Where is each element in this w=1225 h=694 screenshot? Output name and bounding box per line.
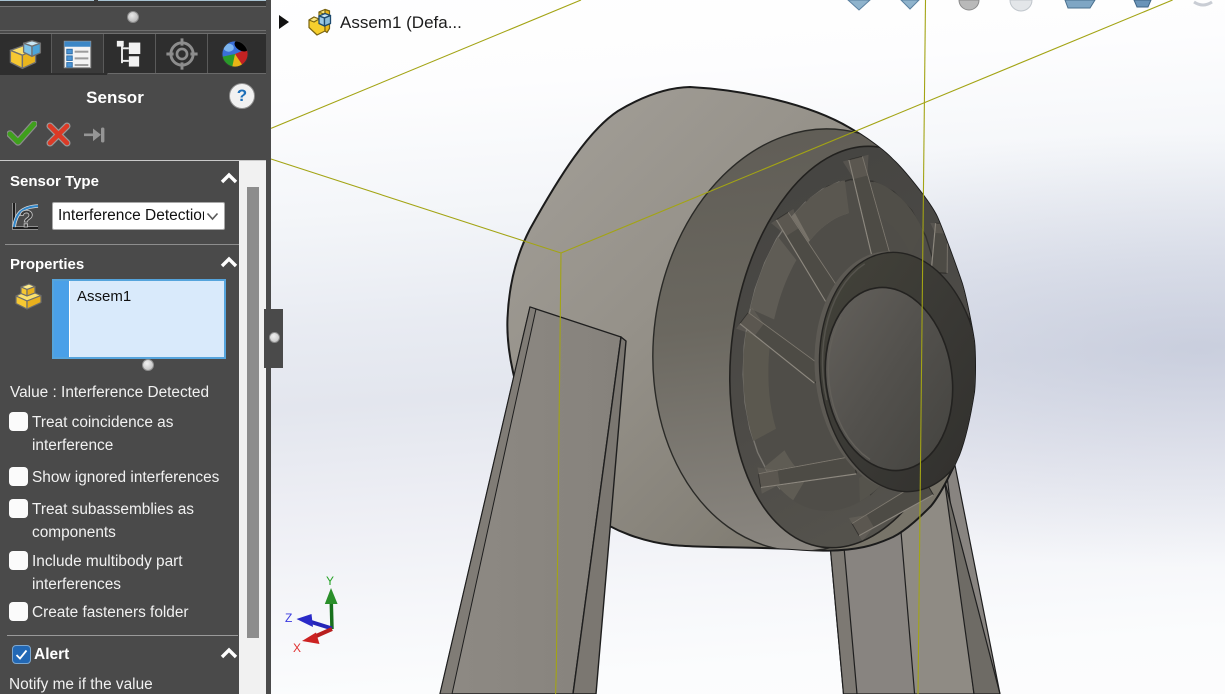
svg-text:Z: Z — [285, 611, 292, 625]
svg-text:X: X — [293, 641, 301, 655]
svg-text:Y: Y — [326, 574, 334, 588]
svg-text:?: ? — [19, 206, 34, 232]
